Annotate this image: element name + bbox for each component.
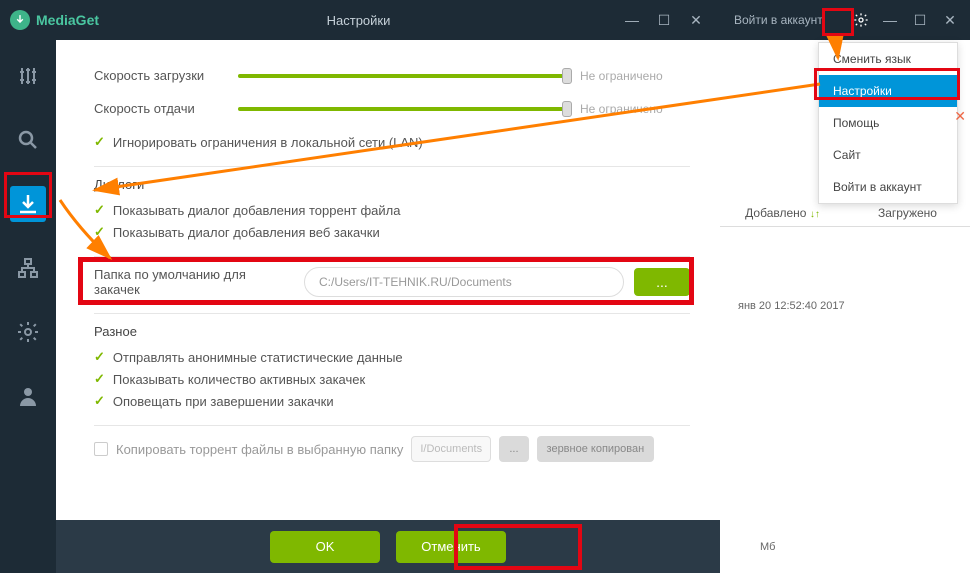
app-logo: MediaGet: [10, 10, 99, 30]
upload-speed-status: Не ограничено: [580, 102, 690, 116]
copy-torrents-label: Копировать торрент файлы в выбранную пап…: [116, 442, 403, 457]
check-icon: ✓: [94, 371, 105, 387]
titlebar: MediaGet Настройки — ☐ ✕: [0, 0, 720, 40]
menu-site[interactable]: Сайт: [819, 139, 957, 171]
default-folder-input[interactable]: [304, 267, 624, 297]
show-torrent-dialog-checkbox[interactable]: Показывать диалог добавления торрент фай…: [113, 203, 401, 218]
window-title: Настройки: [99, 13, 618, 28]
minimize-button[interactable]: —: [618, 10, 646, 30]
dialog-button-bar: OK Отменить: [56, 520, 720, 573]
default-folder-label: Папка по умолчанию для закачек: [94, 267, 294, 297]
check-icon: ✓: [94, 202, 105, 218]
menu-login[interactable]: Войти в аккаунт: [819, 171, 957, 203]
timestamp-text: янв 20 12:52:40 2017: [738, 300, 845, 312]
sidebar-item-user[interactable]: [10, 378, 46, 414]
check-icon: ✓: [94, 393, 105, 409]
login-link[interactable]: Войти в аккаунт: [726, 13, 846, 27]
notify-finish-checkbox[interactable]: Оповещать при завершении закачки: [113, 394, 334, 409]
check-icon: ✓: [94, 134, 105, 150]
sort-icon: ↓↑: [810, 209, 820, 220]
browse-button[interactable]: ...: [634, 268, 690, 296]
bg-minimize-button[interactable]: —: [876, 10, 904, 30]
download-speed-status: Не ограничено: [580, 69, 690, 83]
close-button[interactable]: ✕: [682, 10, 710, 30]
close-icon[interactable]: ✕: [954, 108, 966, 125]
backup-copy-button[interactable]: зервное копирован: [537, 436, 655, 462]
unit-label: Мб: [760, 541, 775, 553]
maximize-button[interactable]: ☐: [650, 10, 678, 30]
right-column-headers: Добавлено ↓↑ Загружено: [720, 200, 970, 227]
app-name: MediaGet: [36, 12, 99, 28]
settings-panel: Скорость загрузки Не ограничено Скорость…: [56, 40, 720, 520]
check-icon: ✓: [94, 224, 105, 240]
logo-icon: [10, 10, 30, 30]
menu-help[interactable]: Помощь: [819, 107, 957, 139]
copy-path-input[interactable]: [411, 436, 491, 462]
sidebar-item-network[interactable]: [10, 250, 46, 286]
show-web-dialog-checkbox[interactable]: Показывать диалог добавления веб закачки: [113, 225, 380, 240]
ignore-lan-checkbox[interactable]: Игнорировать ограничения в локальной сет…: [113, 135, 423, 150]
bg-close-button[interactable]: ✕: [936, 10, 964, 30]
menu-settings[interactable]: Настройки: [819, 75, 957, 107]
sidebar-item-downloads[interactable]: [10, 186, 46, 222]
sidebar-item-settings[interactable]: [10, 314, 46, 350]
settings-dropdown: Сменить язык Настройки Помощь Сайт Войти…: [818, 42, 958, 204]
download-speed-slider[interactable]: [238, 74, 566, 78]
menu-change-language[interactable]: Сменить язык: [819, 43, 957, 75]
upload-speed-label: Скорость отдачи: [94, 101, 224, 116]
misc-section-title: Разное: [94, 324, 690, 339]
check-icon: ✓: [94, 349, 105, 365]
sidebar: [0, 40, 56, 573]
anon-stats-checkbox[interactable]: Отправлять анонимные статистические данн…: [113, 350, 403, 365]
upload-speed-slider[interactable]: [238, 107, 566, 111]
gear-icon[interactable]: [848, 9, 874, 31]
sidebar-item-equalizer[interactable]: [10, 58, 46, 94]
cancel-button[interactable]: Отменить: [396, 531, 506, 563]
active-count-checkbox[interactable]: Показывать количество активных закачек: [113, 372, 365, 387]
copy-browse-button[interactable]: ...: [499, 436, 528, 462]
bg-maximize-button[interactable]: ☐: [906, 10, 934, 30]
copy-torrents-checkbox[interactable]: [94, 442, 108, 456]
ok-button[interactable]: OK: [270, 531, 380, 563]
download-speed-label: Скорость загрузки: [94, 68, 224, 83]
sidebar-item-search[interactable]: [10, 122, 46, 158]
dialogs-section-title: Диалоги: [94, 177, 690, 192]
